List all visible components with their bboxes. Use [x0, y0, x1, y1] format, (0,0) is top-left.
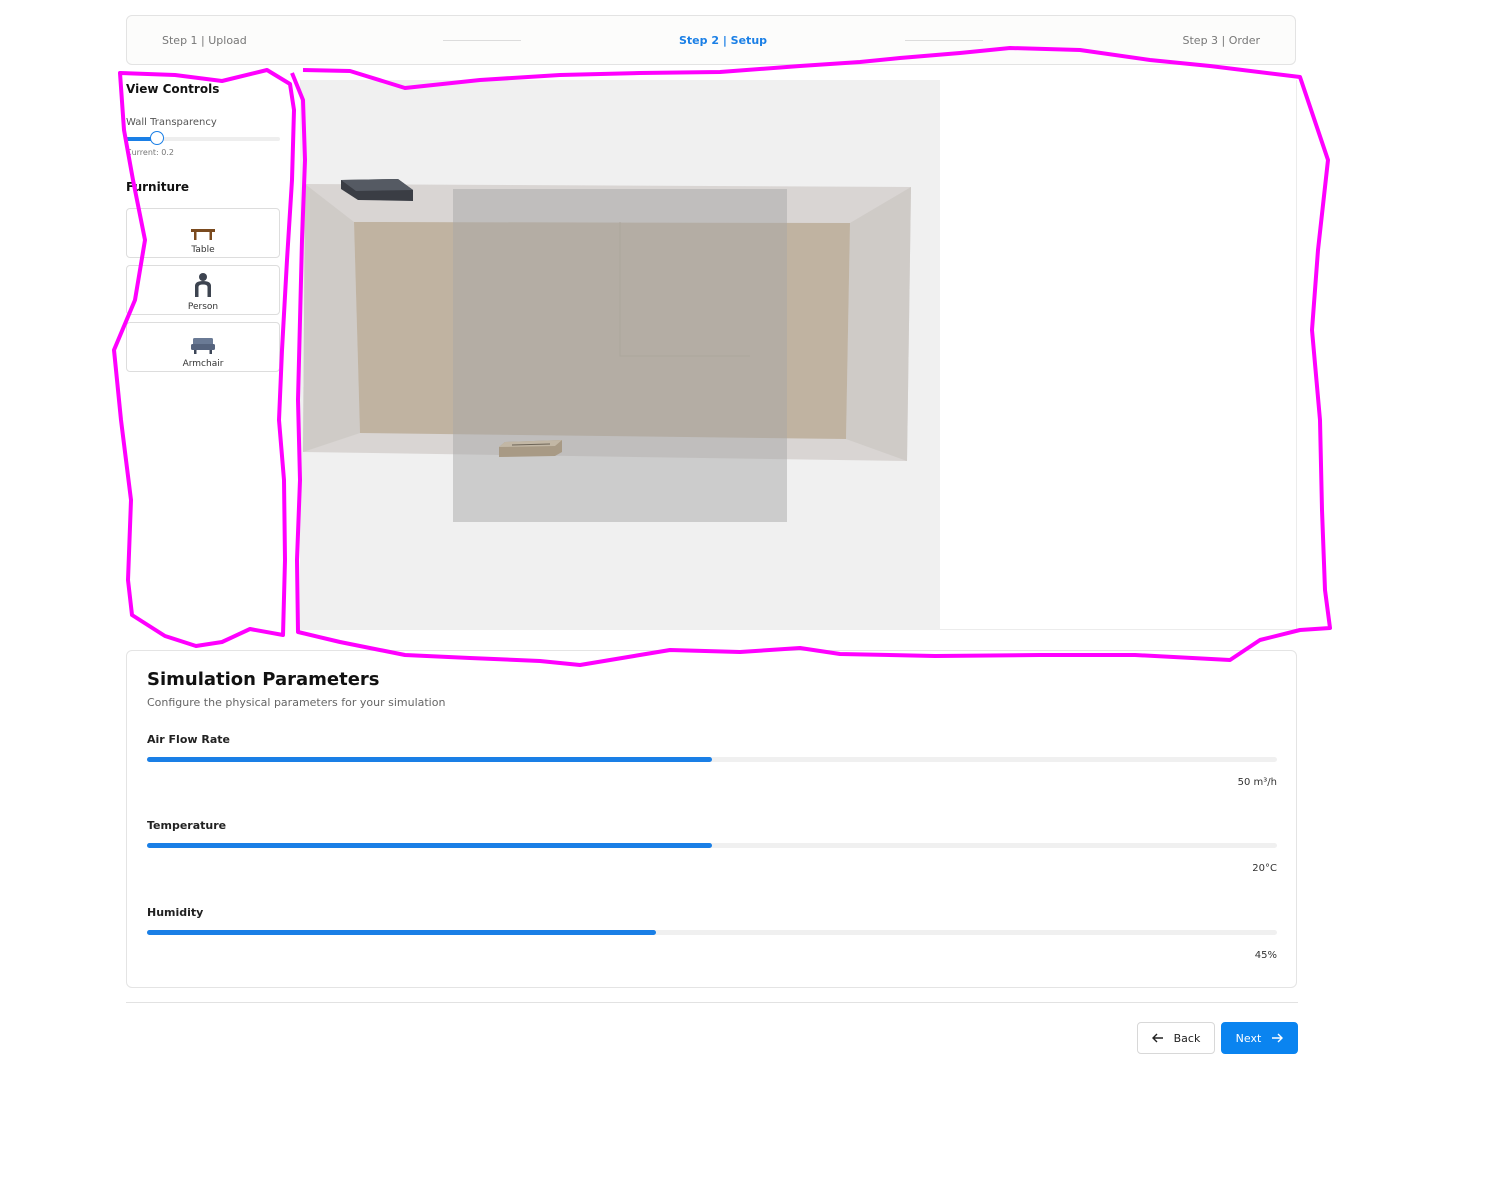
furniture-item-armchair[interactable]: Armchair	[126, 322, 280, 372]
room-3d-viewer[interactable]	[300, 80, 1297, 630]
slider-fill	[147, 843, 712, 848]
humidity-slider[interactable]	[147, 930, 1277, 935]
room-scene[interactable]	[300, 80, 1297, 630]
simulation-parameters-card: Simulation Parameters Configure the phys…	[126, 650, 1297, 988]
view-controls-panel: View Controls Wall Transparency Current:…	[126, 80, 280, 379]
back-button[interactable]: Back	[1137, 1022, 1215, 1054]
air-flow-rate-slider[interactable]	[147, 757, 1277, 762]
floor-vent-icon[interactable]	[499, 440, 562, 457]
step-connector	[905, 40, 983, 41]
furniture-list: Table Person Armchair	[126, 208, 280, 372]
param-value: 20°C	[1252, 863, 1277, 874]
footer-divider	[126, 1002, 1298, 1003]
armchair-icon	[191, 338, 215, 354]
view-controls-title: View Controls	[126, 82, 220, 96]
step-connector	[443, 40, 521, 41]
param-label: Humidity	[147, 906, 204, 919]
room-side-wall	[846, 187, 911, 461]
arrow-right-icon	[1272, 1033, 1284, 1043]
arrow-left-icon	[1151, 1033, 1163, 1043]
wall-transparency-slider[interactable]	[126, 131, 280, 145]
back-label: Back	[1173, 1031, 1201, 1045]
step-order[interactable]: Step 3 | Order	[1183, 34, 1261, 47]
furniture-item-table[interactable]: Table	[126, 208, 280, 258]
next-button[interactable]: Next	[1221, 1022, 1298, 1054]
furniture-title: Furniture	[126, 180, 190, 194]
furniture-label: Person	[187, 302, 219, 312]
furniture-item-person[interactable]: Person	[126, 265, 280, 315]
wall-transparency-label: Wall Transparency	[126, 117, 217, 128]
room-side-wall	[303, 184, 360, 452]
params-title: Simulation Parameters	[147, 669, 380, 690]
slider-fill	[147, 757, 712, 762]
next-label: Next	[1235, 1031, 1262, 1045]
param-label: Air Flow Rate	[147, 733, 230, 746]
param-temperature: Temperature 20°C	[147, 819, 1277, 874]
table-icon	[191, 229, 215, 240]
wall-transparency-current: Current: 0.2	[126, 148, 175, 157]
slider-fill	[147, 930, 656, 935]
stepper: Step 1 | Upload Step 2 | Setup Step 3 | …	[126, 15, 1296, 65]
furniture-label: Table	[191, 245, 215, 255]
params-subtitle: Configure the physical parameters for yo…	[147, 696, 446, 709]
param-air-flow-rate: Air Flow Rate 50 m³/h	[147, 733, 1277, 788]
param-label: Temperature	[147, 819, 227, 832]
temperature-slider[interactable]	[147, 843, 1277, 848]
person-icon	[195, 273, 211, 297]
furniture-label: Armchair	[182, 359, 224, 369]
param-value: 50 m³/h	[1237, 777, 1277, 788]
transparent-wall-pane	[453, 189, 787, 522]
step-upload[interactable]: Step 1 | Upload	[162, 34, 247, 47]
step-setup[interactable]: Step 2 | Setup	[679, 34, 767, 47]
slider-thumb[interactable]	[149, 131, 164, 145]
param-humidity: Humidity 45%	[147, 906, 1277, 961]
param-value: 45%	[1254, 950, 1277, 961]
